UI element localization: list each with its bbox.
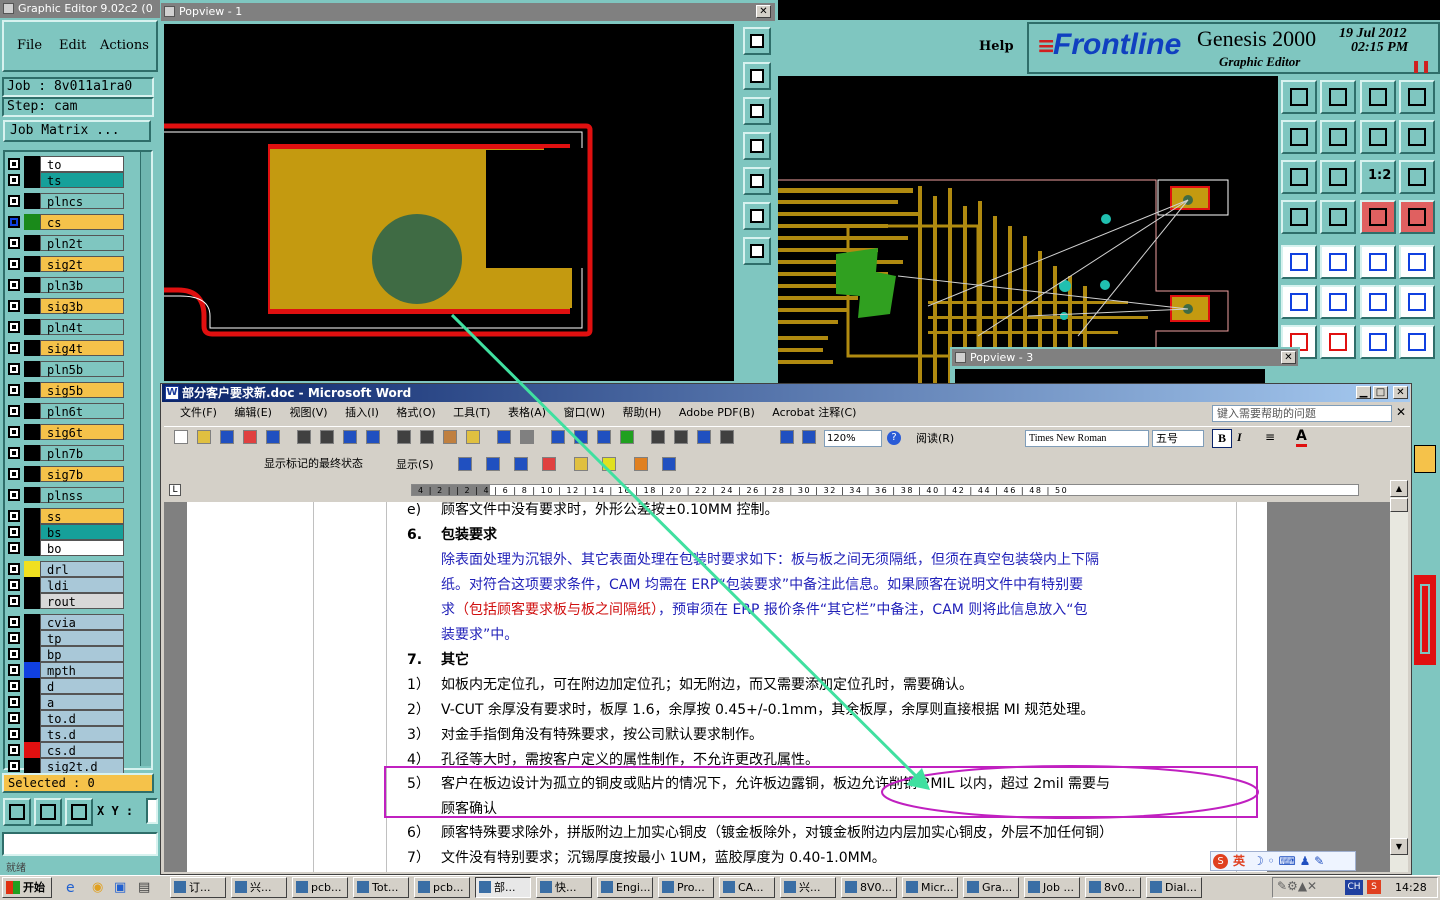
- taskbar-app-icon: [1150, 881, 1162, 893]
- taskbar-button[interactable]: 兴...: [231, 877, 287, 898]
- taskbar-app-icon: [784, 881, 796, 893]
- taskbar-button[interactable]: Engi...: [597, 877, 653, 898]
- scroll-down-button[interactable]: ▼: [1390, 838, 1408, 855]
- language-indicator[interactable]: CH: [1345, 880, 1363, 895]
- start-label: 开始: [23, 881, 45, 894]
- taskbar-button[interactable]: 订...: [170, 877, 226, 898]
- desktop-icon[interactable]: ▤: [138, 880, 150, 895]
- taskbar-label: Pro...: [677, 881, 705, 894]
- sogou-icon: S: [1213, 854, 1228, 869]
- taskbar-app-icon: [1089, 881, 1101, 893]
- taskbar-label: CA...: [738, 881, 764, 894]
- taskbar-app-icon: [601, 881, 613, 893]
- taskbar-label: 订...: [189, 881, 211, 894]
- ime-tray-icon[interactable]: S: [1367, 880, 1381, 894]
- taskbar-button[interactable]: Dial...: [1146, 877, 1202, 898]
- annotation-arrow: [450, 313, 922, 782]
- taskbar-button[interactable]: Gra...: [963, 877, 1019, 898]
- taskbar-label: Engi...: [616, 881, 651, 894]
- taskbar-app-icon: [967, 881, 979, 893]
- ime-toolbar[interactable]: S 英 ☽ ◦ ⌨ ♟ ✎: [1210, 851, 1356, 871]
- taskbar-label: Job ...: [1043, 881, 1074, 894]
- ime-mode[interactable]: 英: [1233, 852, 1245, 870]
- media-icon[interactable]: ◉: [92, 880, 103, 895]
- taskbar-button[interactable]: 8V0...: [841, 877, 897, 898]
- taskbar-button[interactable]: CA...: [719, 877, 775, 898]
- taskbar-label: pcb...: [311, 881, 342, 894]
- taskbar-button[interactable]: pcb...: [414, 877, 470, 898]
- taskbar-label: Micr...: [921, 881, 954, 894]
- taskbar-button[interactable]: 部...: [475, 877, 531, 898]
- taskbar-label: pcb...: [433, 881, 464, 894]
- vertical-scrollbar[interactable]: ▲ ▼: [1390, 480, 1408, 872]
- taskbar-app-icon: [723, 881, 735, 893]
- taskbar-app-icon: [845, 881, 857, 893]
- taskbar-app-icon: [418, 881, 430, 893]
- annotation-ellipse: [881, 765, 1259, 819]
- taskbar-app-icon: [906, 881, 918, 893]
- taskbar-app-icon: [357, 881, 369, 893]
- taskbar-button[interactable]: Pro...: [658, 877, 714, 898]
- taskbar-button[interactable]: 快...: [536, 877, 592, 898]
- taskbar-app-icon: [1028, 881, 1040, 893]
- taskbar-app-icon: [296, 881, 308, 893]
- clock: 14:28: [1395, 881, 1427, 894]
- taskbar-label: Gra...: [982, 881, 1013, 894]
- taskbar-app-icon: [540, 881, 552, 893]
- taskbar-app-icon: [235, 881, 247, 893]
- taskbar-button[interactable]: pcb...: [292, 877, 348, 898]
- taskbar-label: 8V0...: [860, 881, 893, 894]
- taskbar-button[interactable]: Micr...: [902, 877, 958, 898]
- start-button[interactable]: 开始: [2, 877, 52, 898]
- scroll-thumb[interactable]: [1390, 498, 1408, 512]
- taskbar-app-icon: [479, 881, 491, 893]
- taskbar-label: 兴...: [799, 881, 821, 894]
- taskbar-label: Tot...: [372, 881, 399, 894]
- taskbar-label: 部...: [494, 881, 516, 894]
- taskbar-app-icon: [662, 881, 674, 893]
- quick-launch: e ◉ ▣ ▤: [60, 879, 160, 897]
- windows-logo-icon: [6, 881, 20, 894]
- taskbar-button[interactable]: 兴...: [780, 877, 836, 898]
- taskbar-button[interactable]: 8v0...: [1085, 877, 1141, 898]
- taskbar-label: 兴...: [250, 881, 272, 894]
- system-tray: ✎⚙▲✕ CH S 14:28: [1272, 877, 1438, 898]
- taskbar-app-icon: [174, 881, 186, 893]
- taskbar-label: 快...: [555, 881, 577, 894]
- taskbar-button[interactable]: Tot...: [353, 877, 409, 898]
- tray-icons[interactable]: ✎⚙▲✕: [1277, 879, 1317, 893]
- scroll-up-button[interactable]: ▲: [1390, 480, 1408, 497]
- ie-icon[interactable]: e: [66, 880, 75, 896]
- taskbar-label: Dial...: [1165, 881, 1197, 894]
- taskbar-label: 8v0...: [1104, 881, 1135, 894]
- ime-tools-icon: ☽ ◦ ⌨ ♟ ✎: [1253, 854, 1325, 868]
- annotation-overlay: [450, 313, 1259, 819]
- explorer-icon[interactable]: ▣: [114, 880, 126, 895]
- taskbar-button[interactable]: Job ...: [1024, 877, 1080, 898]
